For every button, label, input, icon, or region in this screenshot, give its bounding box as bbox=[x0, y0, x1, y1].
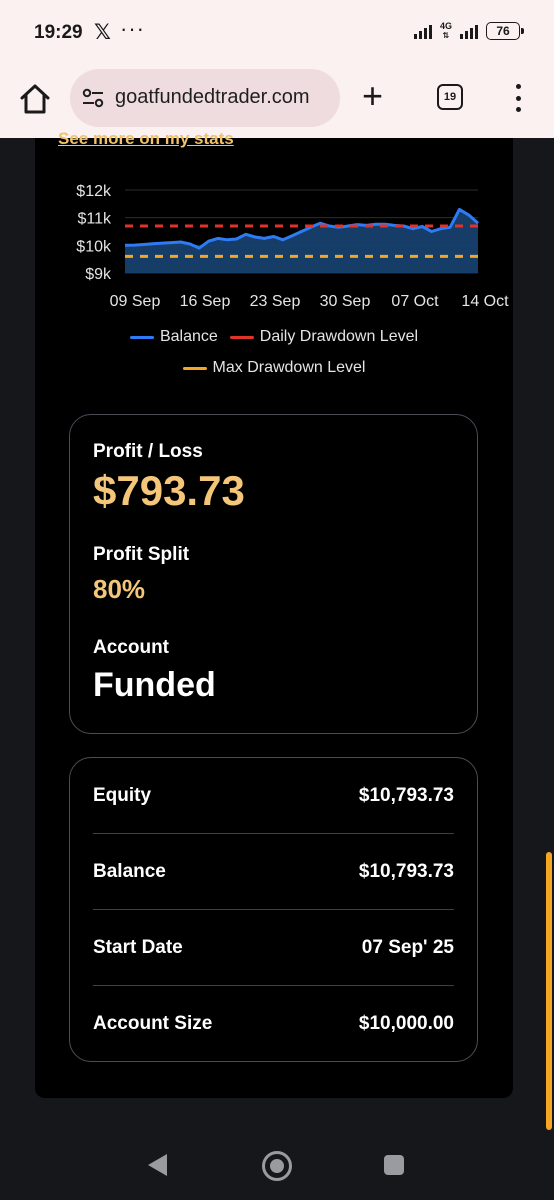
y-tick-label: $10k bbox=[76, 238, 112, 255]
signal-icon-2 bbox=[460, 23, 478, 39]
x-tick-label: 16 Sep bbox=[180, 293, 231, 310]
account-details-card: Equity $10,793.73 Balance $10,793.73 Sta… bbox=[69, 757, 478, 1062]
status-time: 19:29 bbox=[34, 22, 83, 43]
account-label: Account bbox=[93, 637, 169, 658]
legend-balance[interactable]: Balance bbox=[129, 328, 218, 346]
new-tab-icon[interactable]: + bbox=[362, 78, 383, 114]
details-row-account-size: Account Size $10,000.00 bbox=[93, 986, 454, 1062]
details-row-balance: Balance $10,793.73 bbox=[93, 834, 454, 910]
profit-split-label: Profit Split bbox=[93, 544, 190, 565]
url-text[interactable]: goatfundedtrader.com bbox=[115, 86, 333, 109]
x-tick-label: 14 Oct bbox=[461, 293, 509, 310]
status-bar: 19:29 𝕏 ··· 4G ⇅ 76 bbox=[0, 0, 554, 66]
y-tick-label: $9k bbox=[85, 266, 112, 283]
system-nav-bar bbox=[0, 1130, 554, 1200]
back-icon[interactable] bbox=[148, 1154, 167, 1176]
status-icons: 4G ⇅ 76 bbox=[413, 21, 524, 41]
signal-icon bbox=[413, 23, 432, 39]
x-tick-label: 07 Oct bbox=[391, 293, 439, 310]
more-menu-icon[interactable] bbox=[510, 84, 526, 112]
legend-max-drawdown[interactable]: Max Drawdown Level bbox=[182, 359, 366, 377]
profit-split-value: 80% bbox=[93, 574, 146, 604]
details-row-equity: Equity $10,793.73 bbox=[93, 758, 454, 834]
balance-label: Balance bbox=[93, 861, 166, 882]
battery-icon: 76 bbox=[486, 22, 524, 40]
start-date-value: 07 Sep' 25 bbox=[361, 937, 454, 958]
network-type: 4G ⇅ bbox=[439, 21, 452, 41]
home-icon[interactable] bbox=[18, 82, 52, 116]
legend-balance-swatch bbox=[129, 335, 154, 339]
x-tick-label: 23 Sep bbox=[250, 293, 301, 310]
profit-loss-value: $793.73 bbox=[93, 467, 245, 514]
chart-legend-row-2: Max Drawdown Level bbox=[35, 359, 513, 377]
profit-stats-card: Profit / Loss $793.73 Profit Split 80% A… bbox=[69, 414, 478, 734]
x-tick-label: 30 Sep bbox=[320, 293, 371, 310]
x-app-icon: 𝕏 bbox=[94, 21, 111, 44]
browser-toolbar: goatfundedtrader.com + 19 bbox=[0, 66, 554, 138]
y-tick-label: $11k bbox=[77, 211, 112, 228]
account-panel: See more on my stats $12k $11k $10k $9k 09 S… bbox=[35, 129, 513, 1098]
site-settings-icon[interactable] bbox=[80, 85, 106, 111]
tab-switcher-button[interactable]: 19 bbox=[437, 84, 463, 110]
legend-balance-label: Balance bbox=[159, 328, 218, 345]
legend-daily-drawdown-swatch bbox=[229, 335, 254, 339]
more-notifications-icon: ··· bbox=[120, 16, 145, 41]
balance-value: $10,793.73 bbox=[358, 861, 454, 882]
x-tick-label: 09 Sep bbox=[110, 293, 161, 310]
start-date-label: Start Date bbox=[93, 937, 183, 958]
home-circle-icon[interactable] bbox=[262, 1151, 292, 1181]
recent-apps-icon[interactable] bbox=[384, 1155, 404, 1175]
details-row-start-date: Start Date 07 Sep' 25 bbox=[93, 910, 454, 986]
equity-value: $10,793.73 bbox=[358, 785, 454, 806]
legend-daily-drawdown[interactable]: Daily Drawdown Level bbox=[229, 328, 419, 346]
legend-max-drawdown-swatch bbox=[182, 366, 207, 370]
y-tick-label: $12k bbox=[76, 183, 112, 200]
balance-chart: $12k $11k $10k $9k 09 Sep 16 Sep 23 Sep 30 Sep 0… bbox=[76, 183, 509, 310]
chart-legend: Balance Daily Drawdown Level bbox=[35, 328, 513, 346]
scrollbar[interactable] bbox=[546, 852, 552, 1130]
account-size-label: Account Size bbox=[93, 1013, 213, 1034]
legend-max-drawdown-label: Max Drawdown Level bbox=[212, 359, 366, 376]
account-status-value: Funded bbox=[93, 666, 216, 704]
account-size-value: $10,000.00 bbox=[358, 1013, 454, 1034]
legend-daily-drawdown-label: Daily Drawdown Level bbox=[259, 328, 419, 345]
equity-label: Equity bbox=[93, 785, 152, 806]
address-bar[interactable]: goatfundedtrader.com bbox=[70, 69, 340, 127]
profit-loss-label: Profit / Loss bbox=[93, 441, 203, 462]
